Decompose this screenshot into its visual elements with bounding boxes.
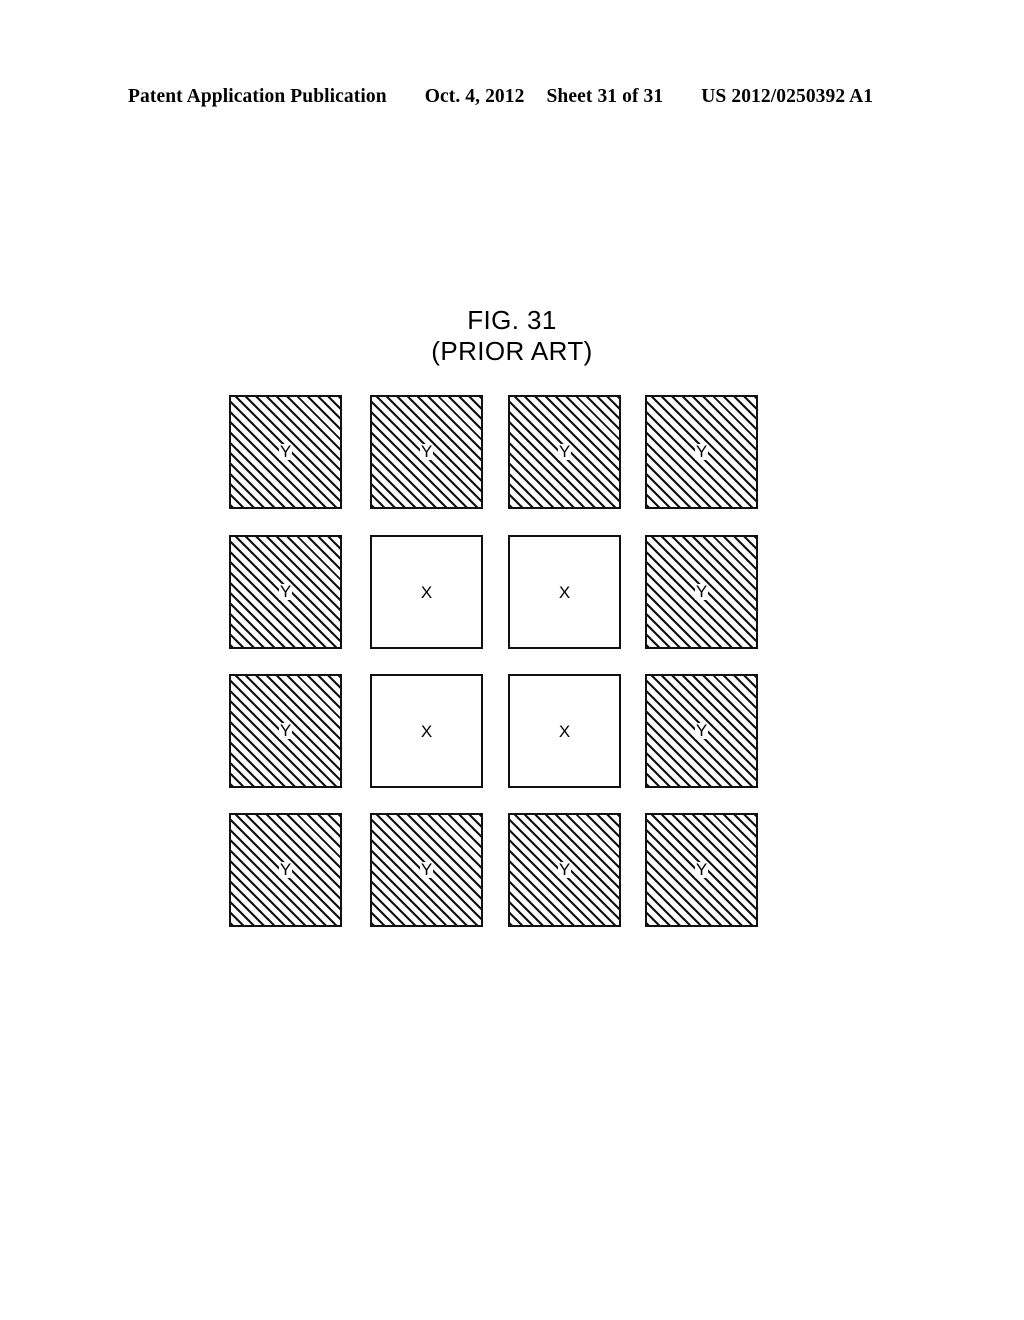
grid-cell-label: X [558,721,571,741]
grid-cell: Y [229,674,342,788]
grid-cell-label: Y [420,442,433,461]
header-date-label: Oct. 4, 2012 [424,86,525,107]
grid-cell-label: Y [695,442,708,461]
header-publication-label: Patent Application Publication [128,86,387,107]
grid-row: Y Y Y Y [229,395,758,509]
grid-cell: Y [370,395,483,509]
grid-cell-label: Y [279,860,292,879]
page-header: Patent Application Publication Oct. 4, 2… [128,86,896,112]
figure-subtitle: (PRIOR ART) [431,336,593,366]
grid-cell-label: Y [420,860,433,879]
grid-cell: Y [370,813,483,927]
grid-cell: Y [645,813,758,927]
grid-cell: X [508,674,621,788]
header-document-number: US 2012/0250392 A1 [701,86,874,107]
grid-cell: Y [229,395,342,509]
grid-cell-label: Y [558,860,571,879]
grid-cell-label: Y [279,721,292,740]
grid-cell-label: Y [279,442,292,461]
grid-cell-label: Y [279,582,292,601]
grid-cell: Y [645,674,758,788]
grid-cell: Y [229,535,342,649]
grid-cell-label: Y [695,582,708,601]
grid-row: Y X X Y [229,674,758,788]
grid-cell-label: Y [695,860,708,879]
grid-cell-label: X [420,721,433,741]
grid-row: Y Y Y Y [229,813,758,927]
figure-grid: Y Y Y Y Y X X Y Y X X Y Y Y Y Y [229,395,758,928]
grid-cell: X [508,535,621,649]
figure-caption: FIG. 31 (PRIOR ART) [0,305,1024,367]
figure-title: FIG. 31 [467,305,557,335]
grid-cell-label: Y [695,721,708,740]
grid-cell: Y [229,813,342,927]
grid-cell: X [370,535,483,649]
grid-cell: Y [508,813,621,927]
grid-cell: Y [645,535,758,649]
grid-cell: X [370,674,483,788]
grid-cell-label: X [420,582,433,602]
grid-row: Y X X Y [229,535,758,649]
grid-cell: Y [645,395,758,509]
grid-cell-label: X [558,582,571,602]
grid-cell: Y [508,395,621,509]
header-sheet-label: Sheet 31 of 31 [546,86,664,107]
grid-cell-label: Y [558,442,571,461]
